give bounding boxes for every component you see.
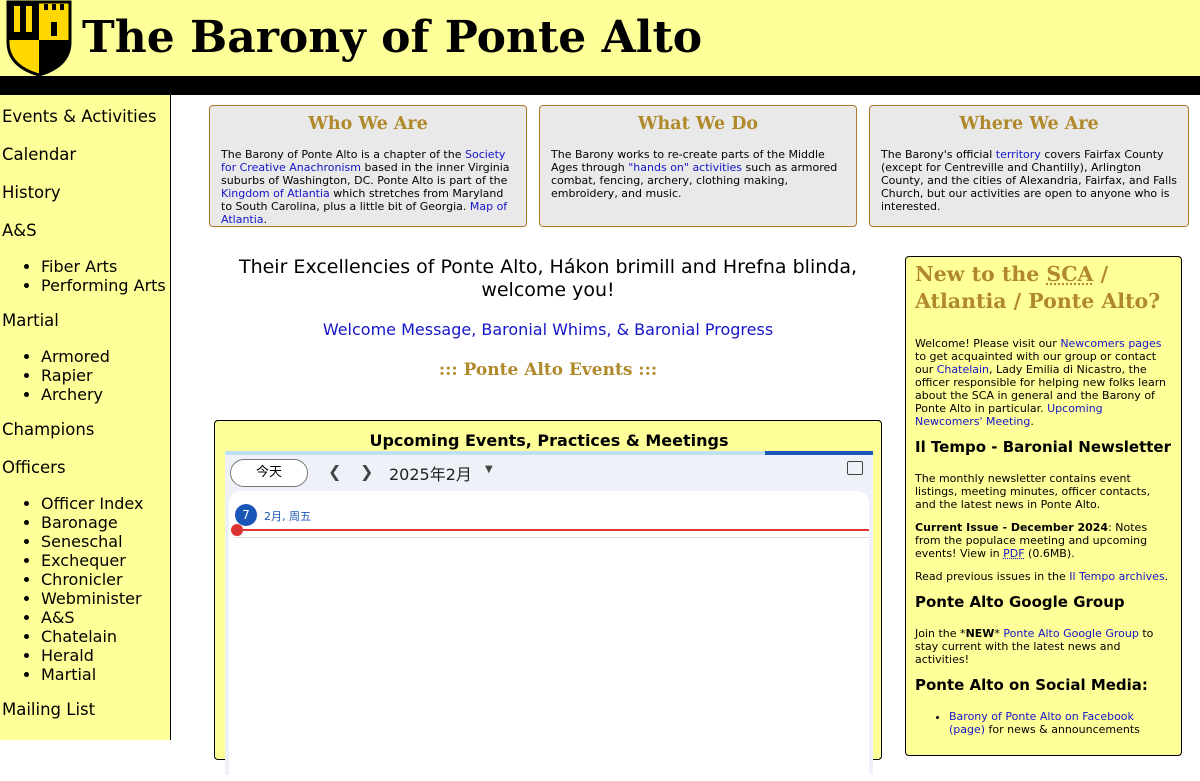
hands-on-activities-link[interactable]: "hands on" activities [628,161,742,174]
sidebar-item-mailing-list[interactable]: Mailing List [2,700,170,720]
welcome-message: Their Excellencies of Ponte Alto, Hákon … [238,256,858,301]
sidebar-nav: Events & Activities Calendar History A&S… [0,95,171,740]
events-calendar-box: Upcoming Events, Practices & Meetings 今天… [214,420,882,781]
pdf-link[interactable]: PDF [1003,547,1024,560]
agenda-divider [235,537,869,538]
newcomers-panel: New to the SCA / Atlantia / Ponte Alto? … [905,256,1182,756]
group-text-1: Join the * [915,627,966,640]
newsletter-heading: Il Tempo - Baronial Newsletter [915,438,1172,456]
google-calendar-embed: 今天 ❮ ❯ 2025年2月 ▼ 7 2月, 周五 [225,451,873,781]
sidebar-item-chatelain[interactable]: Chatelain [41,627,117,646]
sidebar-item-herald[interactable]: Herald [41,646,94,665]
newcomers-title: New to the SCA / Atlantia / Ponte Alto? [915,261,1172,315]
sca-abbr: SCA [1046,262,1094,286]
sidebar-item-calendar[interactable]: Calendar [2,145,170,165]
newcomers-pages-link[interactable]: Newcomers pages [1060,337,1161,350]
calendar-month-label[interactable]: 2025年2月 [389,461,472,485]
who-we-are-text: The Barony of Ponte Alto is a chapter of… [221,148,515,226]
social-media-item: Barony of Ponte Alto on Facebook (page) … [949,710,1172,736]
chatelain-link[interactable]: Chatelain [937,363,989,376]
events-heading: ::: Ponte Alto Events ::: [438,360,658,380]
who-text-4: . [263,213,268,226]
google-group-link[interactable]: Ponte Alto Google Group [1003,627,1138,640]
current-time-line [237,529,869,531]
sidebar-submenu-officers: Officer Index Baronage Seneschal Exchequ… [0,494,170,684]
caret-down-icon[interactable]: ▼ [485,464,493,475]
where-we-are-title: Where We Are [959,114,1099,134]
sidebar-item-seneschal[interactable]: Seneschal [41,532,123,551]
sidebar-item-armored[interactable]: Armored [41,347,110,366]
sidebar-item-champions[interactable]: Champions [2,420,170,440]
sidebar-item-officer-index[interactable]: Officer Index [41,494,143,513]
chevron-right-icon[interactable]: ❯ [360,462,373,481]
sidebar-item-fiber-arts[interactable]: Fiber Arts [41,257,117,276]
current-issue: Current Issue - December 2024: Notes fro… [915,521,1172,560]
who-we-are-box: Who We Are The Barony of Ponte Alto is a… [209,105,527,227]
sidebar-item-rapier[interactable]: Rapier [41,366,93,385]
sidebar-item-history[interactable]: History [2,183,170,203]
sidebar-submenu-as: Fiber Arts Performing Arts [0,257,170,295]
what-we-do-title: What We Do [637,114,759,134]
events-box-title: Upcoming Events, Practices & Meetings [369,431,729,450]
current-time-dot [231,524,243,536]
current-issue-size: (0.6MB). [1024,547,1075,560]
header-divider-bar [0,76,1200,95]
site-title: The Barony of Ponte Alto [82,12,703,63]
newsletter-description: The monthly newsletter contains event li… [915,472,1151,511]
archives-text-1: Read previous issues in the [915,570,1070,583]
where-we-are-text: The Barony's official territory covers F… [881,148,1177,213]
welcome-message-link[interactable]: Welcome Message, Baronial Whims, & Baron… [212,320,884,339]
il-tempo-archives-link[interactable]: Il Tempo archives [1069,570,1164,583]
who-we-are-title: Who We Are [308,114,428,134]
barony-shield-icon[interactable] [6,0,72,77]
where-text-1: The Barony's official [881,148,996,161]
sidebar-item-chronicler[interactable]: Chronicler [41,570,123,589]
feedback-icon[interactable] [847,461,863,475]
social-media-list: Barony of Ponte Alto on Facebook (page) … [915,710,1172,736]
sidebar-item-performing-arts[interactable]: Performing Arts [41,276,166,295]
intro-text-1: Welcome! Please visit our [915,337,1061,350]
who-text-1: The Barony of Ponte Alto is a chapter of… [221,148,465,161]
day-label: 2月, 周五 [264,510,311,523]
what-we-do-text: The Barony works to re-create parts of t… [551,148,845,200]
google-group-text: Join the *NEW* Ponte Alto Google Group t… [915,627,1172,666]
sidebar-item-exchequer[interactable]: Exchequer [41,551,126,570]
sidebar-item-as[interactable]: A&S [2,221,170,241]
sidebar-item-officer-as[interactable]: A&S [41,608,75,627]
current-issue-label: Current Issue - December 2024 [915,521,1109,534]
sidebar-item-officers[interactable]: Officers [2,458,170,478]
newcomers-intro: Welcome! Please visit our Newcomers page… [915,337,1172,428]
day-number-badge[interactable]: 7 [235,504,257,526]
google-group-heading: Ponte Alto Google Group [915,593,1125,611]
social-media-heading: Ponte Alto on Social Media: [915,676,1148,694]
sidebar-item-webminister[interactable]: Webminister [41,589,142,608]
today-button[interactable]: 今天 [230,459,308,487]
newcomers-title-part-1: New to the [915,262,1047,286]
site-header: The Barony of Ponte Alto [0,0,1200,77]
what-we-do-box: What We Do The Barony works to re-create… [539,105,857,227]
sidebar-item-martial[interactable]: Martial [2,311,170,331]
chevron-left-icon[interactable]: ❮ [328,462,341,481]
sidebar-item-events[interactable]: Events & Activities [2,107,170,127]
sidebar-item-baronage[interactable]: Baronage [41,513,118,532]
facebook-note: for news & announcements [985,723,1140,736]
sidebar-submenu-martial: Armored Rapier Archery [0,347,170,404]
sidebar-item-archery[interactable]: Archery [41,385,103,404]
where-we-are-box: Where We Are The Barony's official terri… [869,105,1189,227]
calendar-agenda: 7 2月, 周五 [229,491,869,781]
kingdom-of-atlantia-link[interactable]: Kingdom of Atlantia [221,187,330,200]
intro-text-4: . [1030,415,1034,428]
sidebar-item-officer-martial[interactable]: Martial [41,665,96,684]
archives-note: Read previous issues in the Il Tempo arc… [915,570,1172,583]
new-badge: NEW [965,627,995,640]
archives-text-2: . [1164,570,1169,583]
territory-link[interactable]: territory [996,148,1041,161]
calendar-top-stripe [225,451,765,455]
